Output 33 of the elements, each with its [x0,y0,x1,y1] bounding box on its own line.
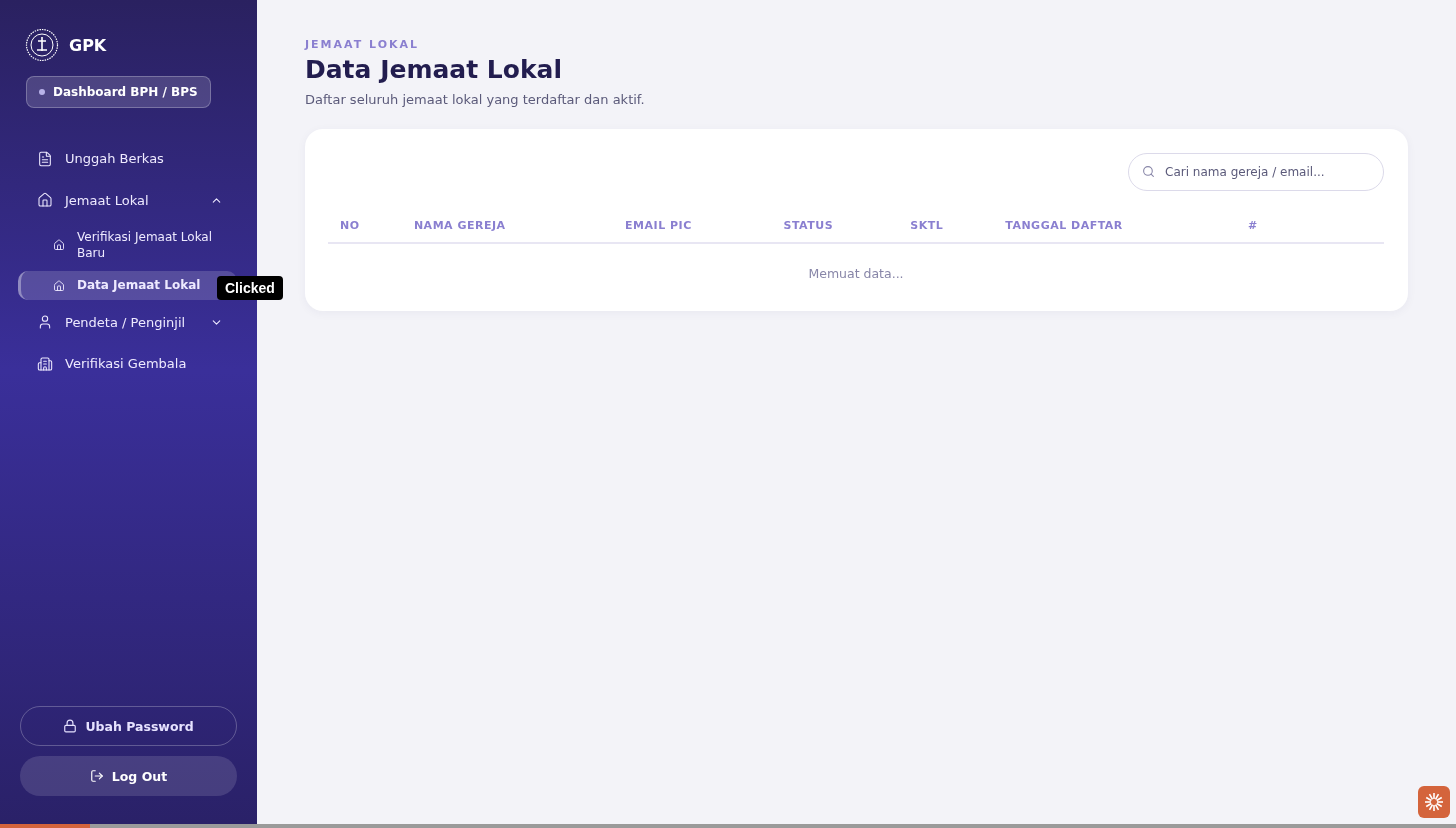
house-icon [53,279,65,292]
page-eyebrow: JEMAAT LOKAL [305,38,421,51]
column-header: SKTL [898,211,994,243]
file-icon [37,150,53,167]
search-field[interactable]: Cari nama gereja / email... [1128,153,1384,191]
church-icon [37,192,53,209]
column-header: STATUS [771,211,899,243]
nav-item[interactable]: Pendeta / Penginjil [18,303,237,342]
dot-icon [39,89,45,95]
brand-name: GPK [69,35,107,55]
nav-item[interactable]: Jemaat Lokal [18,181,237,220]
house-icon [53,239,65,252]
person-icon [37,314,53,331]
column-header: NO [328,211,402,243]
lock-icon [63,719,78,733]
tooltip: Clicked [217,276,283,301]
column-header: EMAIL PIC [613,211,772,243]
logout-button[interactable]: Log Out [20,756,237,796]
search-icon [1142,165,1155,178]
nav-item[interactable]: Unggah Berkas [18,140,237,178]
emblem-icon [25,28,59,62]
nav-item[interactable]: Verifikasi Gembala [18,345,237,383]
column-header: # [1236,211,1384,243]
column-header: NAMA GEREJA [401,211,614,243]
page-title: Data Jemaat Lokal [305,55,564,84]
sparkle-app-icon[interactable] [1418,786,1450,818]
role-label: Dashboard BPH / BPS [53,85,198,99]
column-header: TANGGAL DAFTAR [993,211,1237,243]
building-icon [37,355,53,372]
page-subtitle: Daftar seluruh jemaat lokal yang terdaftar dan aktif. [305,92,646,107]
loading-message: Memuat data... [328,243,1384,281]
nav-subitem[interactable]: Verifikasi Jemaat Lokal Baru [18,223,237,268]
logout-icon [89,769,104,783]
